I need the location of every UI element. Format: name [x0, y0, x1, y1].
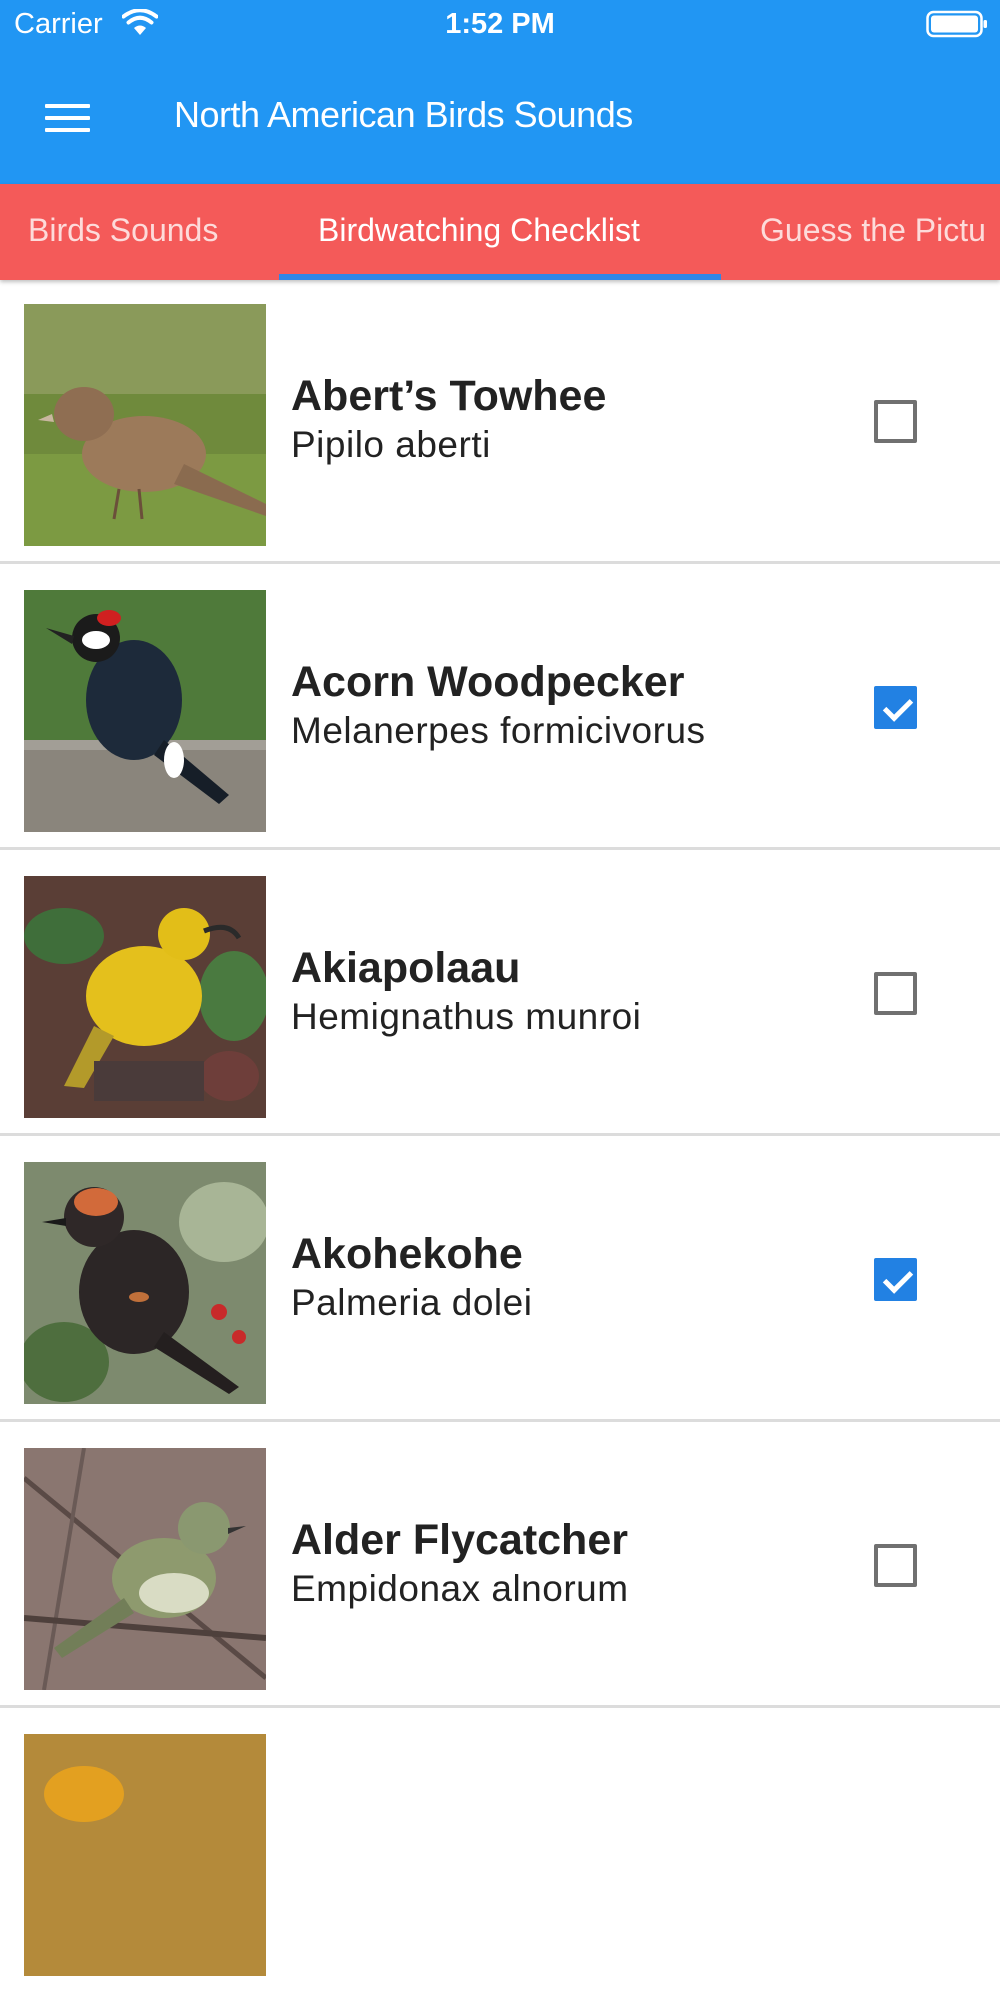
seen-checkbox-checked[interactable] [874, 686, 917, 729]
clock: 1:52 PM [445, 8, 555, 40]
list-item[interactable]: Akiapolaau Hemignathus munroi [0, 852, 1000, 1136]
bird-scientific-name: Palmeria dolei [291, 1282, 533, 1323]
seen-checkbox[interactable] [874, 972, 917, 1015]
bird-photo-acorn-woodpecker [24, 590, 266, 832]
list-item[interactable]: Akohekohe Palmeria dolei [0, 1138, 1000, 1422]
battery-icon [926, 10, 987, 38]
tab-birdwatching-checklist[interactable]: Birdwatching Checklist [318, 184, 640, 280]
list-item[interactable] [0, 1710, 1000, 1994]
hamburger-menu-icon[interactable] [30, 88, 106, 148]
bird-name: Alder Flycatcher [291, 1516, 628, 1564]
bird-name: Akohekohe [291, 1230, 523, 1278]
bird-name: Abert’s Towhee [291, 372, 607, 420]
app-bar: North American Birds Sounds [0, 50, 1000, 184]
tab-birds-sounds[interactable]: Birds Sounds [28, 184, 218, 280]
list-item[interactable]: Acorn Woodpecker Melanerpes formicivorus [0, 566, 1000, 850]
bird-photo-akohekohe [24, 1162, 266, 1404]
bird-photo-akiapolaau [24, 876, 266, 1118]
list-item[interactable]: Abert’s Towhee Pipilo aberti [0, 280, 1000, 564]
bird-photo-alder-flycatcher [24, 1448, 266, 1690]
app-title: North American Birds Sounds [174, 94, 633, 135]
seen-checkbox-checked[interactable] [874, 1258, 917, 1301]
bird-name: Acorn Woodpecker [291, 658, 685, 706]
bird-photo-aberts-towhee [24, 304, 266, 546]
bird-scientific-name: Melanerpes formicivorus [291, 710, 706, 751]
bird-scientific-name: Empidonax alnorum [291, 1568, 629, 1609]
tab-bar: Birds Sounds Birdwatching Checklist Gues… [0, 184, 1000, 280]
seen-checkbox[interactable] [874, 1544, 917, 1587]
seen-checkbox[interactable] [874, 400, 917, 443]
bird-scientific-name: Hemignathus munroi [291, 996, 642, 1037]
bird-name: Akiapolaau [291, 944, 521, 992]
status-bar: Carrier 1:52 PM [0, 0, 1000, 50]
tab-guess-the-picture[interactable]: Guess the Pictu [760, 184, 986, 280]
bird-scientific-name: Pipilo aberti [291, 424, 491, 465]
list-item[interactable]: Alder Flycatcher Empidonax alnorum [0, 1424, 1000, 1708]
bird-photo-partial [24, 1734, 266, 1976]
